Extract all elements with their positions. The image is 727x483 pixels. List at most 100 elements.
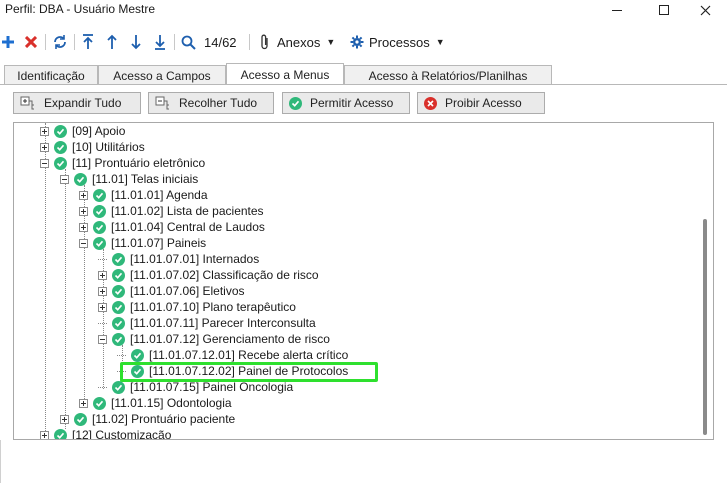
- minimize-button[interactable]: [594, 0, 640, 20]
- record-counter: 14/62: [204, 32, 237, 52]
- processes-dropdown[interactable]: Processos ▼: [350, 32, 445, 52]
- tree-item[interactable]: [11.01.15] Odontologia: [79, 395, 232, 411]
- check-circle-icon: [74, 412, 87, 426]
- expand-toggle-icon[interactable]: [40, 142, 49, 152]
- tab-acesso-campos[interactable]: Acesso a Campos: [98, 65, 226, 85]
- tree-item-label: [11] Prontuário eletrônico: [72, 156, 206, 170]
- delete-button[interactable]: [25, 32, 37, 52]
- collapse-toggle-icon[interactable]: [40, 158, 49, 168]
- search-button[interactable]: [181, 32, 196, 52]
- allow-access-button[interactable]: Permitir Acesso: [282, 92, 410, 114]
- expand-toggle-icon[interactable]: [98, 270, 107, 280]
- menu-tree: [09] Apoio [10] Utilitários [11] Prontuá…: [13, 122, 714, 440]
- check-circle-icon: [112, 332, 125, 346]
- check-circle-icon: [93, 188, 106, 202]
- tree-item[interactable]: [11.01.01] Agenda: [79, 187, 208, 203]
- deny-access-button[interactable]: Proibir Acesso: [417, 92, 545, 114]
- attachments-label: Anexos: [277, 34, 321, 50]
- collapse-tree-icon: [155, 96, 171, 111]
- tree-item[interactable]: [12] Customização: [40, 427, 171, 439]
- tree-item[interactable]: [11.01.07.11] Parecer Interconsulta: [98, 315, 316, 331]
- expand-toggle-icon[interactable]: [98, 286, 107, 296]
- tree-item[interactable]: [11.01.04] Central de Laudos: [79, 219, 265, 235]
- tree-item-label: [11.01.04] Central de Laudos: [111, 220, 265, 234]
- refresh-icon: [54, 35, 66, 49]
- tree-item-label: [11.01.15] Odontologia: [111, 396, 232, 410]
- expand-all-label: Expandir Tudo: [44, 96, 122, 110]
- tree-connector: [98, 386, 107, 388]
- tree-item[interactable]: [11.01.07.15] Painel Oncologia: [98, 379, 293, 395]
- tab-identificacao[interactable]: Identificação: [4, 65, 98, 85]
- tree-item-label: [10] Utilitários: [72, 140, 145, 154]
- tree-item[interactable]: [11.01.07.06] Eletivos: [98, 283, 245, 299]
- expand-toggle-icon[interactable]: [79, 190, 88, 200]
- scrollbar-thumb[interactable]: [703, 219, 707, 435]
- check-circle-icon: [54, 428, 67, 439]
- deny-circle-icon: [424, 96, 437, 110]
- tree-item-label: [09] Apoio: [72, 124, 126, 138]
- tree-item-label: [11.01.07.12] Gerenciamento de risco: [130, 332, 330, 346]
- add-button[interactable]: [2, 32, 14, 52]
- gear-icon: [350, 35, 364, 49]
- tree-item[interactable]: [11.01.07] Paineis: [79, 235, 206, 251]
- arrow-top-icon: [83, 34, 93, 49]
- check-circle-icon: [112, 300, 125, 314]
- expand-toggle-icon[interactable]: [98, 302, 107, 312]
- expand-toggle-icon[interactable]: [40, 430, 49, 439]
- first-record-button[interactable]: [81, 32, 95, 52]
- tree-item[interactable]: [11.01] Telas iniciais: [60, 171, 198, 187]
- expand-toggle-icon[interactable]: [79, 206, 88, 216]
- arrow-up-icon: [107, 34, 117, 49]
- next-record-button[interactable]: [129, 32, 143, 52]
- check-circle-icon: [131, 348, 144, 362]
- expand-all-button[interactable]: Expandir Tudo: [13, 92, 141, 114]
- collapse-toggle-icon[interactable]: [98, 334, 107, 344]
- tree-connector: [117, 370, 126, 372]
- check-circle-icon: [112, 252, 125, 266]
- collapse-toggle-icon[interactable]: [79, 238, 88, 248]
- window-title: Perfil: DBA - Usuário Mestre: [5, 2, 156, 16]
- check-circle-icon: [289, 96, 302, 110]
- tree-item-selected[interactable]: [11.01.07.12.02] Painel de Protocolos: [117, 363, 348, 379]
- x-icon: [25, 36, 37, 48]
- tree-item-label: [11.01.07.06] Eletivos: [130, 284, 245, 298]
- attachments-dropdown[interactable]: Anexos ▼: [260, 32, 335, 52]
- close-button[interactable]: [682, 0, 727, 20]
- tree-item[interactable]: [11.01.07.12] Gerenciamento de risco: [98, 331, 330, 347]
- collapse-all-button[interactable]: Recolher Tudo: [148, 92, 274, 114]
- tree-item[interactable]: [11.01.07.02] Classificação de risco: [98, 267, 319, 283]
- tab-acesso-relatorios[interactable]: Acesso à Relatórios/Planilhas: [344, 65, 552, 85]
- tree-item[interactable]: [11] Prontuário eletrônico: [40, 155, 205, 171]
- check-circle-icon: [112, 316, 125, 330]
- refresh-button[interactable]: [52, 32, 68, 52]
- expand-toggle-icon[interactable]: [60, 414, 69, 424]
- previous-record-button[interactable]: [105, 32, 119, 52]
- expand-toggle-icon[interactable]: [79, 222, 88, 232]
- check-circle-icon: [112, 268, 125, 282]
- minimize-icon: [612, 9, 622, 11]
- tab-bar: Identificação Acesso a Campos Acesso a M…: [0, 63, 727, 85]
- tree-item[interactable]: [09] Apoio: [40, 123, 125, 139]
- tree-item-label: [11.01.07.10] Plano terapêutico: [130, 300, 296, 314]
- tree-item[interactable]: [11.01.02] Lista de pacientes: [79, 203, 264, 219]
- expand-toggle-icon[interactable]: [40, 126, 49, 136]
- tree-item[interactable]: [11.01.07.01] Internados: [98, 251, 259, 267]
- record-counter-text: 14/62: [204, 34, 237, 50]
- tree-item-label: [11.01.07.12.02] Painel de Protocolos: [149, 364, 349, 378]
- deny-access-label: Proibir Acesso: [445, 96, 522, 110]
- collapse-toggle-icon[interactable]: [60, 174, 69, 184]
- maximize-button[interactable]: [641, 0, 687, 20]
- chevron-down-icon: ▼: [326, 37, 336, 47]
- tree-item[interactable]: [10] Utilitários: [40, 139, 145, 155]
- tab-acesso-menus[interactable]: Acesso a Menus: [226, 63, 344, 85]
- window-border: [0, 440, 1, 483]
- toolbar: 14/62 Anexos ▼ Processos ▼: [0, 28, 727, 56]
- tree-item[interactable]: [11.01.07.10] Plano terapêutico: [98, 299, 296, 315]
- toolbar-separator: [45, 34, 46, 50]
- tree-item[interactable]: [11.01.07.12.01] Recebe alerta crítico: [117, 347, 348, 363]
- tree-item[interactable]: [11.02] Prontuário paciente: [60, 411, 235, 427]
- check-circle-icon: [54, 124, 67, 138]
- check-circle-icon: [54, 156, 67, 170]
- expand-toggle-icon[interactable]: [79, 398, 88, 408]
- last-record-button[interactable]: [153, 32, 167, 52]
